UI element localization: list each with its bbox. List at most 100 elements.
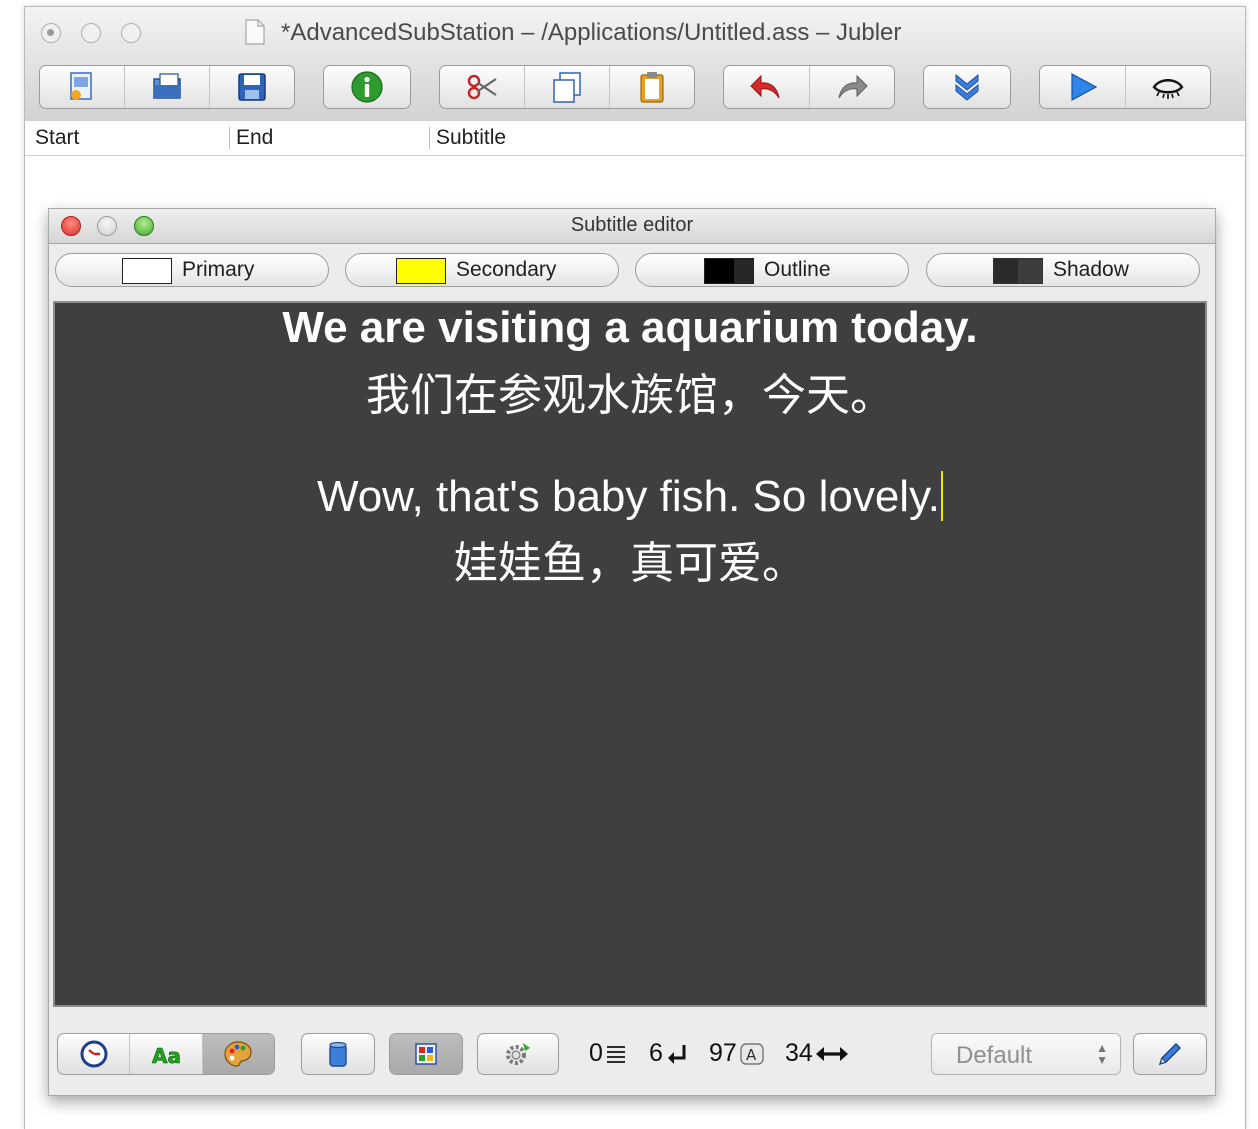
preview-eye-icon — [1152, 79, 1184, 99]
paste-icon — [640, 72, 664, 103]
lines-icon — [606, 1045, 625, 1063]
window-title: *AdvancedSubStation – /Applications/Unti… — [281, 19, 902, 46]
info-icon — [351, 71, 383, 103]
width-count: 34 — [785, 1039, 813, 1067]
chars-stat: 97 A — [709, 1039, 765, 1068]
zoom-window-button[interactable] — [121, 23, 141, 43]
outline-color-label: Outline — [764, 258, 831, 281]
pencil-icon — [1158, 1043, 1181, 1066]
redo-icon — [838, 74, 868, 99]
chars-count: 97 — [709, 1039, 737, 1067]
play-button[interactable] — [1040, 66, 1126, 108]
jump-down-icon — [955, 73, 979, 101]
outline-color-button[interactable]: Outline — [635, 253, 909, 287]
subtitle-preview-area[interactable]: We are visiting a aquarium today. 我们在参观水… — [53, 301, 1207, 1007]
close-window-button[interactable] — [41, 23, 61, 43]
history-button-group — [723, 65, 895, 109]
undo-button[interactable] — [724, 66, 810, 108]
editor-bottom-bar: Aa 0 6 97 A 34 Default ▲ ▼ — [49, 1009, 1215, 1095]
color-mode-button[interactable] — [202, 1034, 274, 1074]
settings-button-group — [477, 1033, 559, 1075]
font-icon: Aa — [152, 1044, 181, 1069]
svg-text:A: A — [746, 1046, 757, 1064]
jump-button-group — [923, 65, 1011, 109]
jump-down-button[interactable] — [924, 66, 1010, 108]
settings-button[interactable] — [478, 1034, 558, 1074]
playback-button-group — [1039, 65, 1211, 109]
mode-button-group: Aa — [57, 1033, 275, 1075]
delete-button[interactable] — [302, 1034, 374, 1074]
document-icon — [245, 19, 265, 45]
preview-button[interactable] — [1126, 66, 1211, 108]
file-button-group — [39, 65, 295, 109]
paste-button[interactable] — [610, 66, 694, 108]
play-icon — [1071, 72, 1098, 102]
svg-text:Aa: Aa — [152, 1044, 181, 1068]
width-stat: 34 — [785, 1039, 849, 1068]
subtitle-line-4: 娃娃鱼，真可爱。 — [454, 538, 806, 589]
newlines-count: 6 — [649, 1039, 663, 1067]
primary-color-swatch — [122, 258, 172, 284]
subtitle-line-3: Wow, that's baby fish. So lovely. — [55, 471, 1205, 522]
editor-title: Subtitle editor — [570, 214, 694, 236]
subtitle-line-1: We are visiting a aquarium today. — [282, 303, 978, 352]
trash-icon — [329, 1041, 347, 1067]
edit-button-group — [439, 65, 695, 109]
subtitle-editor-window: Subtitle editor Primary Secondary Outlin… — [48, 208, 1216, 1096]
newline-icon — [667, 1044, 686, 1064]
editor-titlebar: Subtitle editor — [49, 209, 1215, 244]
edit-style-button-group — [1133, 1033, 1207, 1075]
open-file-button[interactable] — [125, 66, 210, 108]
style-editor-button[interactable] — [390, 1034, 462, 1074]
secondary-color-label: Secondary — [456, 258, 557, 281]
newlines-stat: 6 — [649, 1039, 689, 1068]
lines-count: 0 — [589, 1039, 603, 1067]
outline-color-swatch — [704, 258, 754, 284]
column-end[interactable]: End — [236, 126, 273, 150]
secondary-color-swatch — [396, 258, 446, 284]
column-subtitle[interactable]: Subtitle — [436, 126, 506, 150]
cut-button[interactable] — [440, 66, 525, 108]
secondary-color-button[interactable]: Secondary — [345, 253, 619, 287]
column-divider — [429, 127, 430, 149]
copy-button[interactable] — [525, 66, 610, 108]
primary-color-button[interactable]: Primary — [55, 253, 329, 287]
gear-icon — [506, 1043, 530, 1065]
subtitle-line-3-text: Wow, that's baby fish. So lovely. — [316, 472, 941, 521]
style-select-value: Default — [956, 1042, 1033, 1069]
shadow-color-button[interactable]: Shadow — [926, 253, 1200, 287]
characters-icon: A — [740, 1042, 764, 1065]
copy-icon — [553, 72, 581, 103]
text-cursor — [941, 471, 944, 521]
new-file-button[interactable] — [40, 66, 125, 108]
style-grid-icon — [415, 1043, 437, 1065]
new-file-icon — [70, 72, 92, 100]
info-button[interactable] — [324, 66, 410, 108]
save-button[interactable] — [210, 66, 294, 108]
font-mode-button[interactable]: Aa — [130, 1034, 203, 1074]
edit-style-button[interactable] — [1134, 1034, 1206, 1074]
titlebar: *AdvancedSubStation – /Applications/Unti… — [25, 7, 1245, 59]
subtitle-table-header: Start End Subtitle — [25, 121, 1245, 156]
select-arrows-icon: ▲ ▼ — [1096, 1041, 1108, 1067]
info-button-group — [323, 65, 411, 109]
save-icon — [238, 73, 266, 101]
shadow-color-label: Shadow — [1053, 258, 1129, 281]
redo-button[interactable] — [810, 66, 895, 108]
cut-icon — [467, 74, 497, 100]
column-divider — [229, 127, 230, 149]
lines-stat: 0 — [589, 1039, 627, 1068]
trash-button-group — [301, 1033, 375, 1075]
width-icon — [815, 1046, 848, 1061]
time-mode-button[interactable] — [58, 1034, 131, 1074]
undo-icon — [750, 74, 780, 99]
column-start[interactable]: Start — [35, 126, 79, 150]
minimize-window-button[interactable] — [81, 23, 101, 43]
palette-icon — [224, 1041, 252, 1067]
subtitle-line-2: 我们在参观水族馆，今天。 — [366, 370, 894, 421]
clock-icon — [80, 1040, 108, 1068]
style-button-group — [389, 1033, 463, 1075]
open-file-icon — [153, 73, 181, 99]
primary-color-label: Primary — [182, 258, 255, 281]
style-select[interactable]: Default ▲ ▼ — [931, 1033, 1121, 1075]
